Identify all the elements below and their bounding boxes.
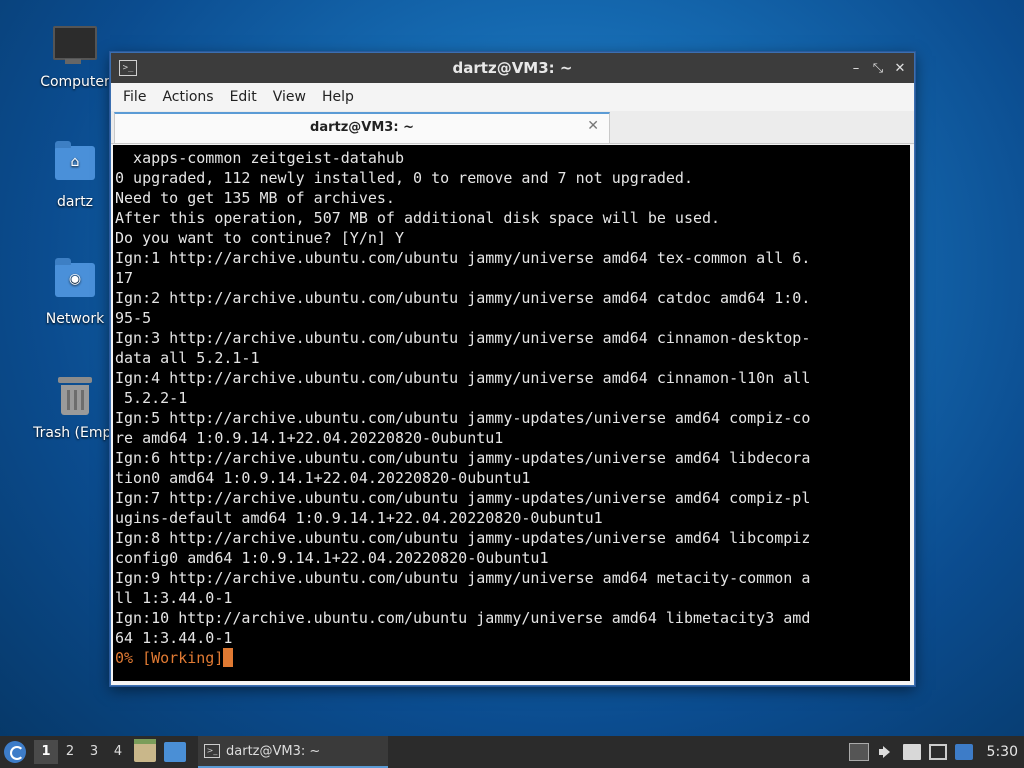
terminal-line: Ign:7 http://archive.ubuntu.com/ubuntu j… bbox=[115, 489, 811, 507]
window-title: dartz@VM3: ~ bbox=[452, 59, 573, 77]
terminal-line: Ign:9 http://archive.ubuntu.com/ubuntu j… bbox=[115, 569, 811, 587]
network-folder-icon: ◉ bbox=[53, 258, 97, 307]
menu-bar: File Actions Edit View Help bbox=[111, 83, 914, 111]
lubuntu-menu-icon[interactable] bbox=[4, 741, 26, 763]
terminal-icon: >_ bbox=[119, 60, 137, 76]
menu-file[interactable]: File bbox=[115, 85, 154, 109]
terminal-line: Ign:3 http://archive.ubuntu.com/ubuntu j… bbox=[115, 329, 811, 347]
desktop-icon-label: Trash (Empt bbox=[33, 425, 117, 441]
workspace-3[interactable]: 3 bbox=[82, 740, 106, 764]
terminal-icon: >_ bbox=[204, 744, 220, 758]
tab-terminal[interactable]: dartz@VM3: ~ ✕ bbox=[114, 112, 610, 143]
terminal-line: Ign:2 http://archive.ubuntu.com/ubuntu j… bbox=[115, 289, 811, 307]
menu-help[interactable]: Help bbox=[314, 85, 362, 109]
tab-bar: dartz@VM3: ~ ✕ bbox=[111, 111, 914, 144]
menu-edit[interactable]: Edit bbox=[222, 85, 265, 109]
taskbar-task-terminal[interactable]: >_ dartz@VM3: ~ bbox=[198, 736, 388, 768]
terminal-line: Do you want to continue? [Y/n] Y bbox=[115, 229, 404, 247]
terminal-line: Ign:1 http://archive.ubuntu.com/ubuntu j… bbox=[115, 249, 811, 267]
trash-icon bbox=[53, 377, 97, 421]
terminal-line: 0 upgraded, 112 newly installed, 0 to re… bbox=[115, 169, 693, 187]
desktop-icon-network[interactable]: ◉ Network bbox=[30, 257, 120, 327]
terminal-line: After this operation, 507 MB of addition… bbox=[115, 209, 721, 227]
tab-close-icon[interactable]: ✕ bbox=[587, 118, 599, 134]
terminal-line: 17 bbox=[115, 269, 134, 287]
terminal-line: 5.2.2-1 bbox=[124, 389, 188, 407]
minimize-icon[interactable]: – bbox=[850, 61, 862, 76]
terminal-output[interactable]: xapps-common zeitgeist-datahub 0 upgrade… bbox=[113, 145, 910, 681]
terminal-status-line: 0% [Working] bbox=[115, 649, 224, 667]
maximize-icon[interactable]: ⤡ bbox=[872, 61, 884, 76]
system-tray: 5:30 bbox=[848, 743, 1018, 761]
terminal-line: config0 amd64 1:0.9.14.1+22.04.20220820-… bbox=[115, 549, 549, 567]
terminal-line: 64 1:3.44.0-1 bbox=[115, 629, 233, 647]
desktop-icon-trash[interactable]: Trash (Empt bbox=[30, 373, 120, 441]
close-icon[interactable]: ✕ bbox=[894, 61, 906, 76]
desktop-icon-label: Computer bbox=[40, 74, 110, 90]
computer-icon bbox=[53, 26, 97, 70]
desktop-icon-label: Network bbox=[45, 311, 105, 327]
clipboard-icon[interactable] bbox=[902, 744, 921, 760]
tab-label: dartz@VM3: ~ bbox=[310, 120, 414, 135]
desktop-icon-label: dartz bbox=[56, 194, 94, 210]
terminal-line: Ign:4 http://archive.ubuntu.com/ubuntu j… bbox=[115, 369, 811, 387]
terminal-line: data all 5.2.1-1 bbox=[115, 349, 260, 367]
workspace-4[interactable]: 4 bbox=[106, 740, 130, 764]
task-label: dartz@VM3: ~ bbox=[226, 743, 321, 759]
volume-icon[interactable] bbox=[877, 744, 895, 760]
terminal-text: xapps-common zeitgeist-datahub 0 upgrade… bbox=[113, 145, 910, 668]
terminal-line: re amd64 1:0.9.14.1+22.04.20220820-0ubun… bbox=[115, 429, 504, 447]
terminal-line: xapps-common zeitgeist-datahub bbox=[133, 149, 404, 167]
taskbar: 1 2 3 4 >_ dartz@VM3: ~ 5:30 bbox=[0, 736, 1024, 768]
workspace-2[interactable]: 2 bbox=[58, 740, 82, 764]
terminal-line: Ign:8 http://archive.ubuntu.com/ubuntu j… bbox=[115, 529, 811, 547]
window-titlebar[interactable]: >_ dartz@VM3: ~ – ⤡ ✕ bbox=[111, 53, 914, 83]
network-icon[interactable] bbox=[928, 744, 947, 760]
show-desktop-icon[interactable] bbox=[164, 742, 186, 762]
desktop-icon-computer[interactable]: Computer bbox=[30, 20, 120, 90]
terminal-line: tion0 amd64 1:0.9.14.1+22.04.20220820-0u… bbox=[115, 469, 531, 487]
terminal-line: Ign:5 http://archive.ubuntu.com/ubuntu j… bbox=[115, 409, 811, 427]
file-manager-icon[interactable] bbox=[134, 739, 156, 762]
terminal-line: Ign:10 http://archive.ubuntu.com/ubuntu … bbox=[115, 609, 811, 627]
terminal-line: 95-5 bbox=[115, 309, 152, 327]
menu-actions[interactable]: Actions bbox=[154, 85, 221, 109]
terminal-line: ugins-default amd64 1:0.9.14.1+22.04.202… bbox=[115, 509, 603, 527]
terminal-line: ll 1:3.44.0-1 bbox=[115, 589, 233, 607]
tray-arrow-icon[interactable] bbox=[848, 743, 869, 761]
terminal-line: Need to get 135 MB of archives. bbox=[115, 189, 395, 207]
menu-view[interactable]: View bbox=[265, 85, 314, 109]
terminal-line: Ign:6 http://archive.ubuntu.com/ubuntu j… bbox=[115, 449, 811, 467]
home-folder-icon: ⌂ bbox=[53, 141, 97, 190]
desktop-icon-home[interactable]: ⌂ dartz bbox=[30, 140, 120, 210]
workspace-1[interactable]: 1 bbox=[34, 740, 58, 764]
terminal-window: >_ dartz@VM3: ~ – ⤡ ✕ File Actions Edit … bbox=[110, 52, 915, 686]
clock[interactable]: 5:30 bbox=[987, 744, 1018, 760]
update-notifier-icon[interactable] bbox=[954, 744, 973, 760]
terminal-cursor bbox=[223, 648, 234, 667]
